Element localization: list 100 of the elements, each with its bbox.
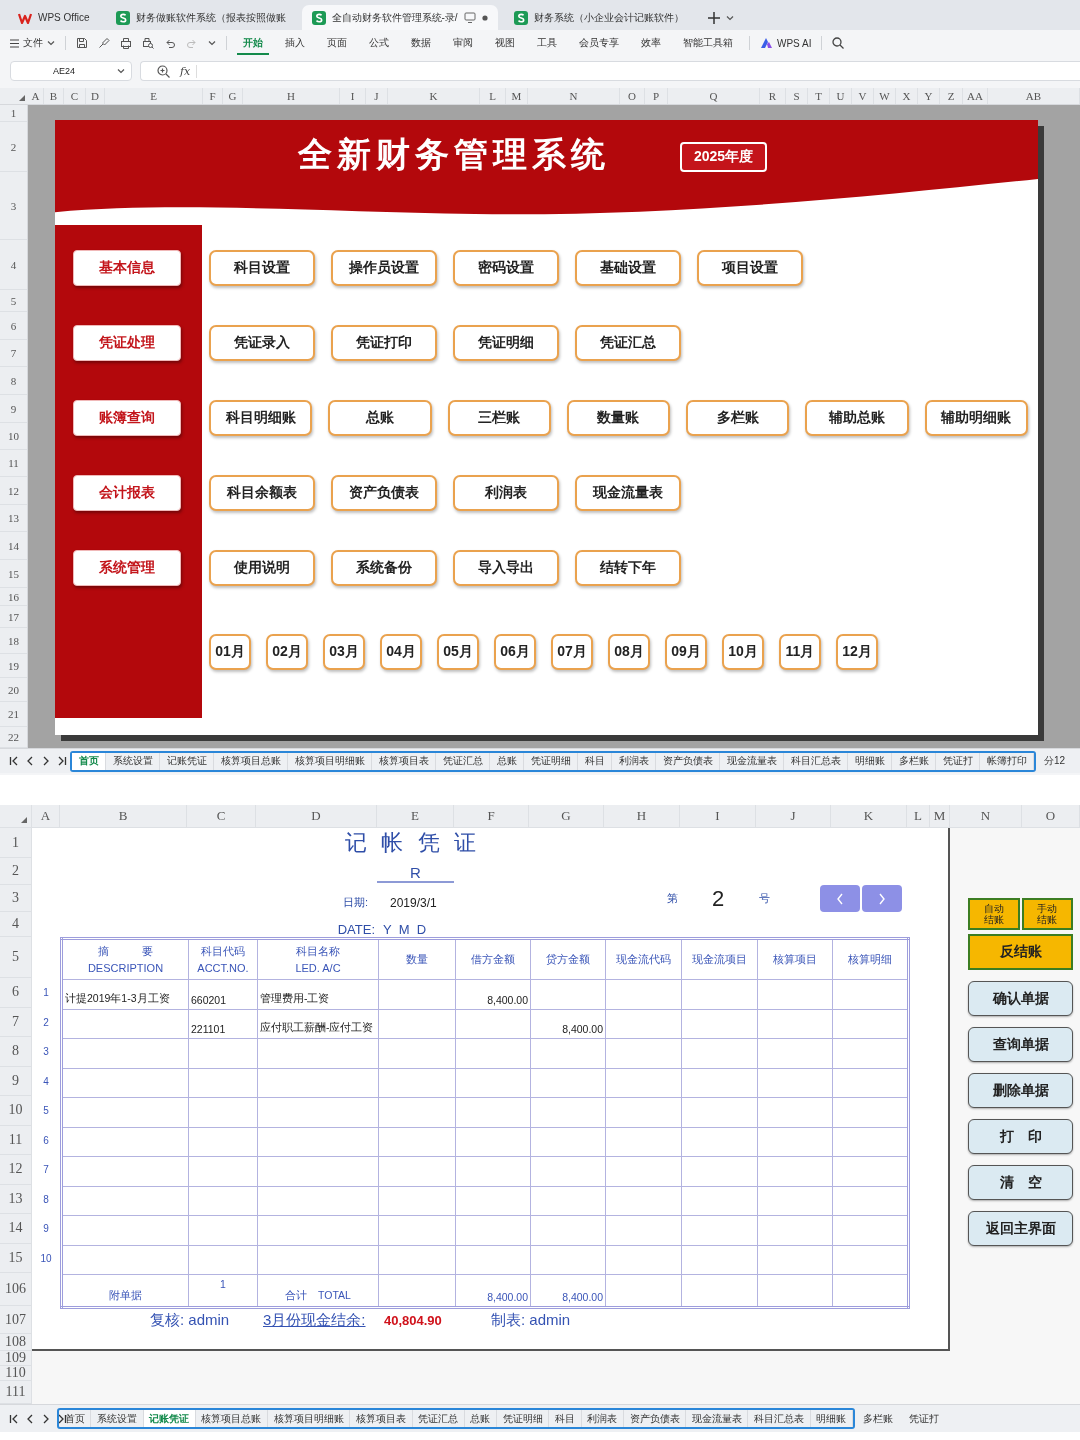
row-header[interactable]: 10 bbox=[0, 423, 27, 450]
app-tab[interactable]: 财务做账软件系统（报表按照做账 bbox=[105, 5, 296, 30]
function-button[interactable]: 多栏账 bbox=[686, 399, 790, 436]
row-header[interactable]: 3 bbox=[0, 885, 32, 912]
cash-balance-link[interactable]: 3月份现金结余: bbox=[263, 1310, 366, 1330]
column-header[interactable]: D bbox=[256, 805, 377, 828]
category-button[interactable]: 凭证处理 bbox=[72, 324, 181, 361]
function-button[interactable]: 密码设置 bbox=[453, 249, 559, 286]
sheet-tab[interactable]: 利润表 bbox=[581, 1410, 624, 1427]
function-button[interactable]: 系统备份 bbox=[331, 549, 437, 586]
file-menu[interactable]: 文件 bbox=[10, 36, 55, 50]
column-header[interactable]: I bbox=[340, 88, 366, 104]
function-button[interactable]: 总账 bbox=[328, 399, 432, 436]
ribbon-tab[interactable]: 公式 bbox=[363, 31, 395, 55]
sheet-tab[interactable]: 核算项目总账 bbox=[214, 752, 288, 770]
column-header[interactable]: V bbox=[852, 88, 874, 104]
column-header[interactable]: I bbox=[680, 805, 756, 828]
row-header[interactable]: 8 bbox=[0, 367, 27, 395]
zoom-icon[interactable] bbox=[157, 64, 170, 78]
function-button[interactable]: 凭证打印 bbox=[331, 324, 437, 361]
sheet-tab[interactable]: 科目 bbox=[549, 1410, 582, 1427]
sheet-tab[interactable]: 现金流量表 bbox=[686, 1410, 749, 1427]
ribbon-tab[interactable]: 视图 bbox=[489, 31, 521, 55]
sheet-tab[interactable]: 明细账 bbox=[810, 1410, 853, 1427]
month-button[interactable]: 06月 bbox=[494, 634, 536, 670]
column-header[interactable]: T bbox=[808, 88, 830, 104]
column-header[interactable]: AA bbox=[963, 88, 988, 104]
closing-button[interactable]: 手动结账 bbox=[1021, 898, 1073, 930]
row-header[interactable]: 7 bbox=[0, 340, 27, 367]
caret-icon[interactable] bbox=[208, 40, 216, 46]
column-header[interactable]: G bbox=[529, 805, 604, 828]
function-button[interactable]: 凭证汇总 bbox=[575, 324, 681, 361]
chevron-left-icon[interactable] bbox=[26, 756, 34, 766]
reopen-button[interactable]: 反结账 bbox=[968, 934, 1073, 970]
sheet-tab[interactable]: 系统设置 bbox=[106, 752, 160, 770]
function-button[interactable]: 凭证录入 bbox=[209, 324, 315, 361]
sheet-tab[interactable]: 资产负债表 bbox=[623, 1410, 687, 1427]
sheet-tab[interactable]: 核算项目明细账 bbox=[288, 752, 372, 770]
row-header[interactable]: 109 bbox=[0, 1351, 32, 1366]
column-header[interactable]: F bbox=[203, 88, 223, 104]
column-header[interactable]: B bbox=[60, 805, 187, 828]
row-header[interactable]: 19 bbox=[0, 654, 27, 678]
row-header[interactable]: 106 bbox=[0, 1273, 32, 1306]
row-header[interactable]: 21 bbox=[0, 702, 27, 727]
row-header[interactable]: 14 bbox=[0, 532, 27, 560]
function-button[interactable]: 结转下年 bbox=[575, 549, 681, 586]
chevron-left-icon[interactable] bbox=[26, 1413, 34, 1424]
function-button[interactable]: 辅助明细账 bbox=[924, 399, 1028, 436]
ribbon-tab[interactable]: 会员专享 bbox=[573, 31, 625, 55]
column-header[interactable]: J bbox=[756, 805, 831, 828]
row-header[interactable]: 14 bbox=[0, 1214, 32, 1244]
column-header[interactable]: J bbox=[366, 88, 388, 104]
month-button[interactable]: 09月 bbox=[665, 634, 707, 670]
ribbon-tab[interactable]: 效率 bbox=[635, 31, 667, 55]
row-header[interactable]: 7 bbox=[0, 1007, 32, 1037]
month-button[interactable]: 12月 bbox=[836, 634, 878, 670]
column-header[interactable]: AB bbox=[988, 88, 1080, 104]
sheet-tab[interactable]: 记账凭证 bbox=[160, 752, 214, 770]
row-header[interactable]: 4 bbox=[0, 240, 27, 290]
row-header[interactable]: 5 bbox=[0, 290, 27, 312]
print-icon[interactable] bbox=[120, 37, 132, 49]
column-header[interactable]: D bbox=[86, 88, 105, 104]
column-header[interactable]: N bbox=[950, 805, 1022, 828]
chevron-right-icon[interactable] bbox=[42, 1413, 50, 1424]
brush-icon[interactable] bbox=[98, 37, 110, 49]
column-header[interactable]: F bbox=[454, 805, 529, 828]
sheet-tab[interactable]: 利润表 bbox=[612, 752, 656, 770]
sheet-tab[interactable]: 分12 bbox=[1036, 754, 1074, 768]
month-button[interactable]: 07月 bbox=[551, 634, 593, 670]
column-header[interactable]: L bbox=[480, 88, 506, 104]
column-header[interactable]: L bbox=[907, 805, 930, 828]
print-preview-icon[interactable] bbox=[142, 37, 154, 49]
action-button[interactable]: 返回主界面 bbox=[968, 1211, 1073, 1246]
row-header[interactable]: 111 bbox=[0, 1381, 32, 1404]
row-header[interactable]: 12 bbox=[0, 1155, 32, 1185]
select-all-icon[interactable] bbox=[21, 817, 27, 823]
function-button[interactable]: 利润表 bbox=[453, 474, 559, 511]
month-button[interactable]: 03月 bbox=[323, 634, 365, 670]
category-button[interactable]: 会计报表 bbox=[72, 474, 181, 511]
column-header[interactable]: B bbox=[44, 88, 64, 104]
row-header[interactable]: 10 bbox=[0, 1096, 32, 1126]
column-header[interactable]: S bbox=[786, 88, 808, 104]
insert-function-button[interactable]: fx bbox=[180, 64, 198, 78]
save-icon[interactable] bbox=[76, 37, 88, 49]
month-button[interactable]: 08月 bbox=[608, 634, 650, 670]
function-button[interactable]: 操作员设置 bbox=[331, 249, 437, 286]
sheet-tab[interactable]: 凭证打 bbox=[901, 1411, 947, 1426]
row-header[interactable]: 108 bbox=[0, 1334, 32, 1351]
sheet-tab[interactable]: 核算项目明细账 bbox=[268, 1410, 351, 1427]
formula-field[interactable]: fx bbox=[140, 61, 1080, 81]
skip-back-icon[interactable] bbox=[9, 1413, 18, 1424]
skip-back-icon[interactable] bbox=[9, 756, 18, 766]
row-header[interactable]: 1 bbox=[0, 105, 27, 122]
action-button[interactable]: 打 印 bbox=[968, 1119, 1073, 1154]
column-header[interactable]: H bbox=[604, 805, 680, 828]
row-header[interactable]: 15 bbox=[0, 1243, 32, 1273]
function-button[interactable]: 三栏账 bbox=[447, 399, 551, 436]
column-header[interactable]: Y bbox=[918, 88, 940, 104]
row-header[interactable]: 9 bbox=[0, 1066, 32, 1096]
sheet-tab[interactable]: 资产负债表 bbox=[656, 752, 720, 770]
